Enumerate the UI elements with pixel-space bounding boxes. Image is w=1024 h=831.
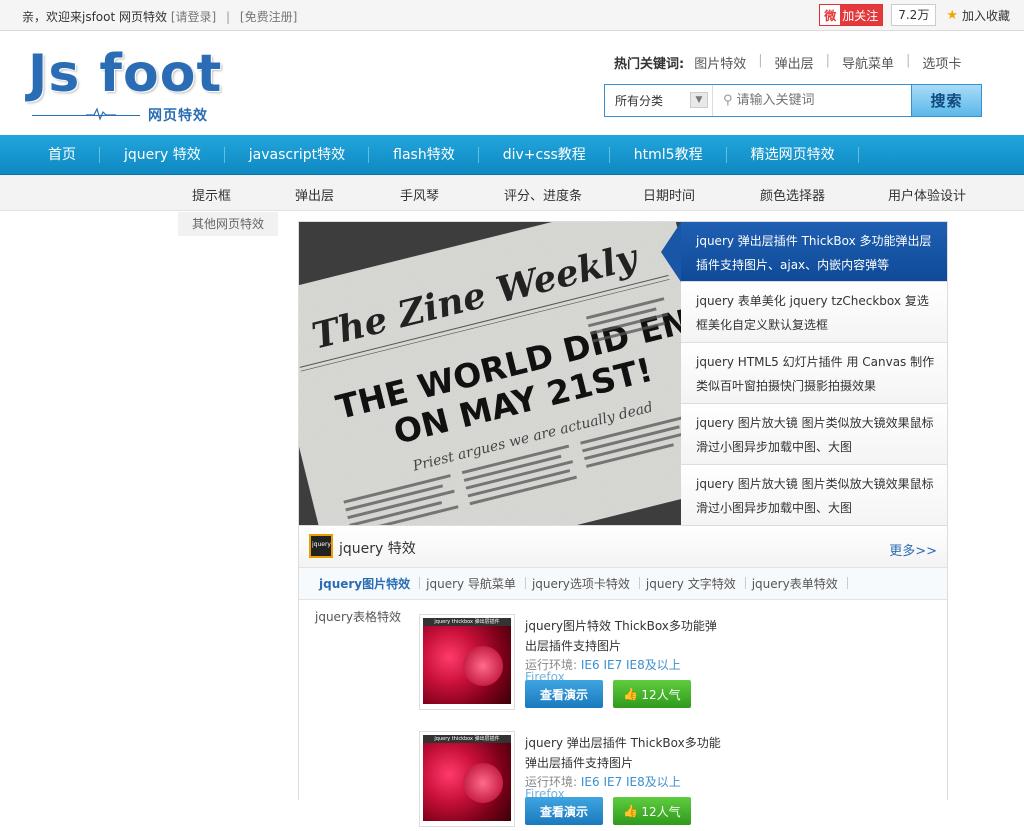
hot-keywords: 热门关键词: 图片特效 | 弹出层 | 导航菜单 | 选项卡 [614, 53, 967, 72]
site-logo[interactable]: Js foot 网页特效 [28, 45, 228, 125]
effect-title[interactable]: jquery 弹出层插件 ThickBox多功能弹出层插件支持图片 [525, 733, 725, 773]
hot-keywords-label: 热门关键词: [614, 57, 685, 72]
subnav-item[interactable]: 弹出层 [295, 185, 334, 204]
nav-item-jquery[interactable]: jquery 特效 [100, 135, 225, 175]
subnav-item[interactable]: 日期时间 [643, 185, 695, 204]
chevron-down-icon[interactable]: ▼ [690, 92, 708, 108]
search-button[interactable]: 搜索 [911, 85, 981, 116]
slider-list-item[interactable]: jquery 弹出层插件 ThickBox 多功能弹出层插件支持图片、ajax、… [661, 222, 947, 282]
divider: | [825, 53, 831, 68]
tab-nav-menu[interactable]: jquery 导航菜单 [418, 575, 526, 592]
logo-subtitle: 网页特效 [148, 108, 208, 124]
thumbs-up-icon: 👍 [623, 804, 639, 818]
effect-thumbnail[interactable]: jquery thickbox 弹出层插件 [419, 731, 515, 827]
view-demo-button[interactable]: 查看演示 [525, 797, 603, 825]
nav-item-javascript[interactable]: javascript特效 [225, 135, 370, 175]
search-input[interactable] [736, 93, 887, 108]
effect-card: jquery thickbox 弹出层插件 jquery 弹出层插件 Thick… [419, 731, 721, 831]
flower-image [423, 626, 511, 704]
subnav-item[interactable]: 颜色选择器 [760, 185, 825, 204]
slider-list-item[interactable]: jquery 表单美化 jquery tzCheckbox 复选框美化自定义默认… [681, 282, 947, 343]
subnav-item[interactable]: 手风琴 [400, 185, 439, 204]
popularity-count: 12人气 [641, 687, 681, 702]
divider: | [226, 10, 231, 24]
add-favorite-link[interactable]: ★ 加入收藏 [946, 7, 1010, 24]
jquery-icon [309, 534, 333, 558]
hot-keyword[interactable]: 导航菜单 [842, 53, 894, 72]
view-demo-button[interactable]: 查看演示 [525, 680, 603, 708]
runtime-env-values: IE6 IE7 IE8及以上 [580, 658, 681, 672]
weibo-follow-button[interactable]: 微 加关注 [819, 4, 884, 26]
welcome-bar: 亲，欢迎来jsfoot 网页特效 [请登录] | [免费注册] [22, 8, 297, 25]
login-link[interactable]: [请登录] [171, 10, 216, 24]
hot-keyword[interactable]: 选项卡 [922, 53, 961, 72]
welcome-text: 亲，欢迎来jsfoot 网页特效 [22, 10, 168, 24]
slider-list-item[interactable]: jquery 图片放大镜 图片类似放大镜效果鼠标滑过小图异步加载中图、大图 [681, 404, 947, 465]
subnav-item[interactable]: 提示框 [192, 185, 231, 204]
hot-keyword[interactable]: 图片特效 [694, 53, 746, 72]
divider: | [758, 53, 763, 68]
top-bar: 亲，欢迎来jsfoot 网页特效 [请登录] | [免费注册] 微 加关注 7.… [0, 0, 1024, 31]
effect-card: jquery thickbox 弹出层插件 jquery图片特效 ThickBo… [419, 614, 719, 714]
effect-title[interactable]: jquery图片特效 ThickBox多功能弹出层插件支持图片 [525, 616, 725, 656]
tab-text-effects[interactable]: jquery 文字特效 [638, 575, 746, 592]
effect-thumbnail[interactable]: jquery thickbox 弹出层插件 [419, 614, 515, 710]
slider-list: jquery 弹出层插件 ThickBox 多功能弹出层插件支持图片、ajax、… [661, 222, 947, 526]
search-box: 所有分类 ▼ ⚲ 搜索 [604, 84, 982, 117]
flower-image [423, 743, 511, 821]
popularity-count: 12人气 [641, 804, 681, 819]
thumbnail-label: jquery thickbox 弹出层插件 [423, 618, 511, 626]
featured-slider: The Zine Weekly THE WORLD DID END ON MAY… [298, 221, 948, 526]
pulse-icon [86, 107, 116, 121]
newspaper-image: The Zine Weekly THE WORLD DID END ON MAY… [299, 222, 681, 525]
runtime-env-values: IE6 IE7 IE8及以上 [580, 775, 681, 789]
subnav-item-other[interactable]: 其他网页特效 [178, 212, 278, 236]
star-icon: ★ [946, 7, 958, 23]
logo-title: Js foot [28, 44, 223, 104]
header: Js foot 网页特效 热门关键词: 图片特效 | 弹出层 | 导航菜单 | … [0, 31, 1024, 135]
category-select-value: 所有分类 [615, 94, 664, 108]
tab-form-effects[interactable]: jquery表单特效 [744, 575, 848, 592]
subnav-item[interactable]: 评分、进度条 [504, 185, 582, 204]
main-nav: 首页 jquery 特效 javascript特效 flash特效 div+cs… [0, 135, 1024, 175]
register-link[interactable]: [免费注册] [240, 10, 297, 24]
thumbs-up-icon: 👍 [623, 687, 639, 701]
section-tabs: jquery图片特效 jquery 导航菜单 jquery选项卡特效 jquer… [299, 568, 947, 600]
slide-image[interactable]: The Zine Weekly THE WORLD DID END ON MAY… [299, 222, 681, 525]
social-bar: 微 加关注 7.2万 ★ 加入收藏 [819, 4, 1010, 26]
section-header: jquery 特效 更多>> [299, 526, 947, 568]
search-icon: ⚲ [723, 93, 733, 108]
nav-item-flash[interactable]: flash特效 [369, 135, 479, 175]
slider-list-item[interactable]: jquery 图片放大镜 图片类似放大镜效果鼠标滑过小图异步加载中图、大图 [681, 465, 947, 526]
tab-table-effects[interactable]: jquery表格特效 [315, 608, 401, 625]
popularity-button[interactable]: 👍 12人气 [613, 680, 691, 708]
slider-list-item[interactable]: jquery HTML5 幻灯片插件 用 Canvas 制作类似百叶窗拍摄快门摄… [681, 343, 947, 404]
jquery-section: jquery 特效 更多>> jquery图片特效 jquery 导航菜单 jq… [298, 526, 948, 827]
section-title: jquery 特效 [339, 541, 416, 557]
weibo-follow-label: 加关注 [842, 8, 879, 23]
subnav-item[interactable]: 用户体验设计 [888, 185, 966, 204]
nav-item-divcss[interactable]: div+css教程 [479, 135, 610, 175]
tab-image-effects[interactable]: jquery图片特效 [311, 575, 421, 592]
tab-tab-effects[interactable]: jquery选项卡特效 [524, 575, 640, 592]
more-link[interactable]: 更多>> [889, 540, 937, 559]
search-field: ⚲ [713, 85, 911, 116]
nav-item-html5[interactable]: html5教程 [610, 135, 727, 175]
weibo-icon: 微 [820, 5, 841, 25]
nav-item-home[interactable]: 首页 [24, 135, 100, 175]
sub-nav: 提示框 弹出层 手风琴 评分、进度条 日期时间 颜色选择器 用户体验设计 [0, 175, 1024, 211]
divider: | [906, 53, 911, 68]
category-select[interactable]: 所有分类 ▼ [605, 85, 713, 116]
follower-count: 7.2万 [891, 4, 937, 26]
hot-keyword[interactable]: 弹出层 [775, 53, 814, 72]
thumbnail-label: jquery thickbox 弹出层插件 [423, 735, 511, 743]
popularity-button[interactable]: 👍 12人气 [613, 797, 691, 825]
nav-item-featured[interactable]: 精选网页特效 [727, 135, 859, 175]
add-favorite-label: 加入收藏 [961, 8, 1010, 23]
